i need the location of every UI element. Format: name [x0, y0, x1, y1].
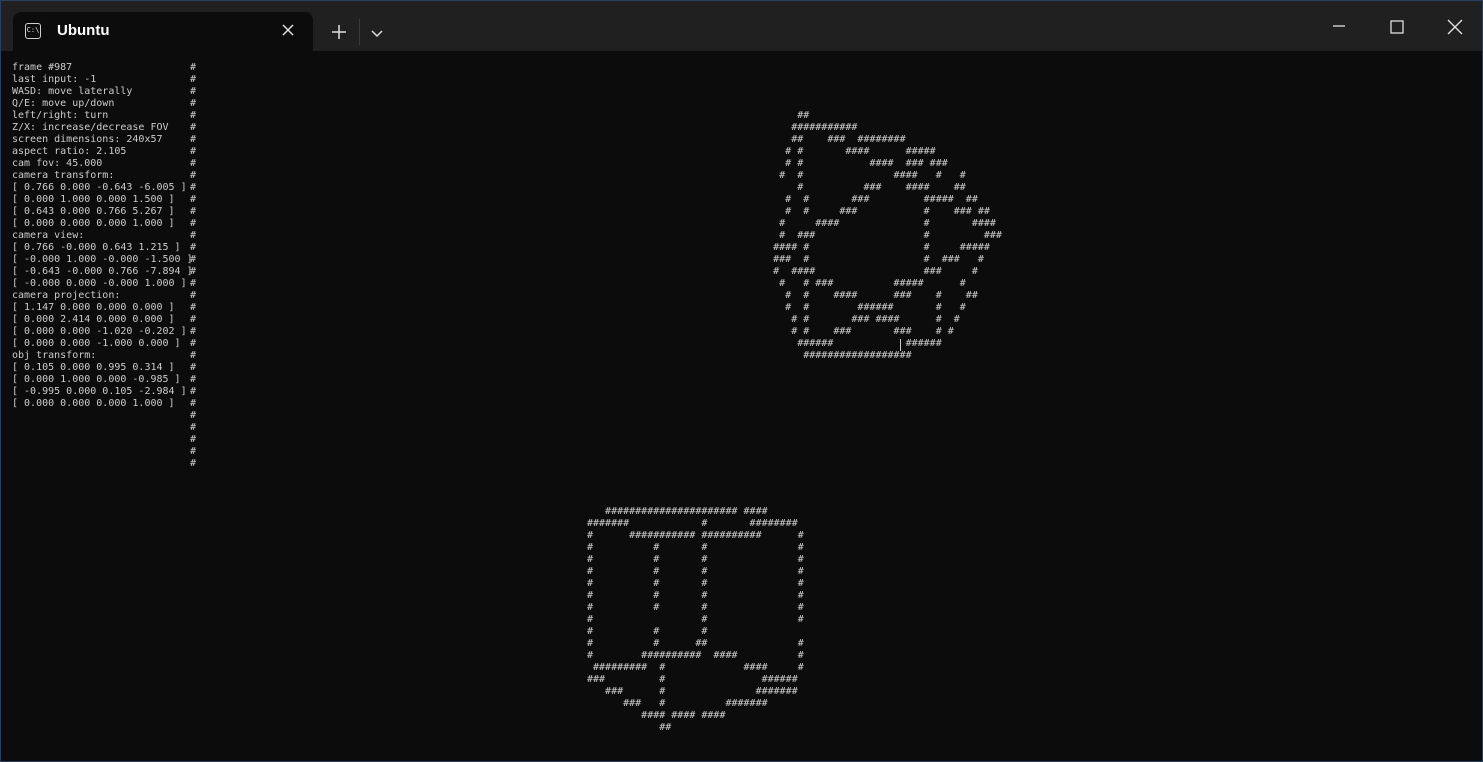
terminal-output[interactable]: frame #987 last input: -1 WASD: move lat…: [1, 52, 1482, 761]
minimize-button[interactable]: [1325, 13, 1353, 41]
title-bar[interactable]: C:\ Ubuntu: [1, 1, 1482, 51]
close-icon: [1447, 19, 1463, 35]
close-tab-button[interactable]: [279, 21, 297, 39]
text-cursor: [900, 339, 901, 351]
close-window-button[interactable]: [1441, 13, 1469, 41]
tab-dropdown-button[interactable]: [367, 23, 387, 43]
hud-border: # # # # # # # # # # # # # # # # # # # # …: [190, 62, 197, 469]
close-icon: [282, 24, 294, 36]
terminal-window: C:\ Ubuntu frame #987 last input: -1 WAS…: [0, 0, 1483, 762]
tab-title: Ubuntu: [57, 22, 110, 39]
plus-icon: [332, 25, 346, 39]
terminal-icon: C:\: [25, 23, 41, 39]
ascii-object-2: ###################### #### ####### # ##…: [587, 506, 804, 733]
tab-ubuntu[interactable]: C:\ Ubuntu: [13, 12, 313, 51]
hud-text: frame #987 last input: -1 WASD: move lat…: [12, 62, 193, 409]
new-tab-button[interactable]: [327, 20, 351, 44]
maximize-icon: [1390, 20, 1404, 34]
ascii-object-1: ## ########### ## ### ######## # # #### …: [773, 110, 1002, 361]
maximize-button[interactable]: [1383, 13, 1411, 41]
minimize-icon: [1333, 25, 1345, 27]
chevron-down-icon: [371, 30, 383, 38]
tab-separator: [359, 19, 360, 45]
